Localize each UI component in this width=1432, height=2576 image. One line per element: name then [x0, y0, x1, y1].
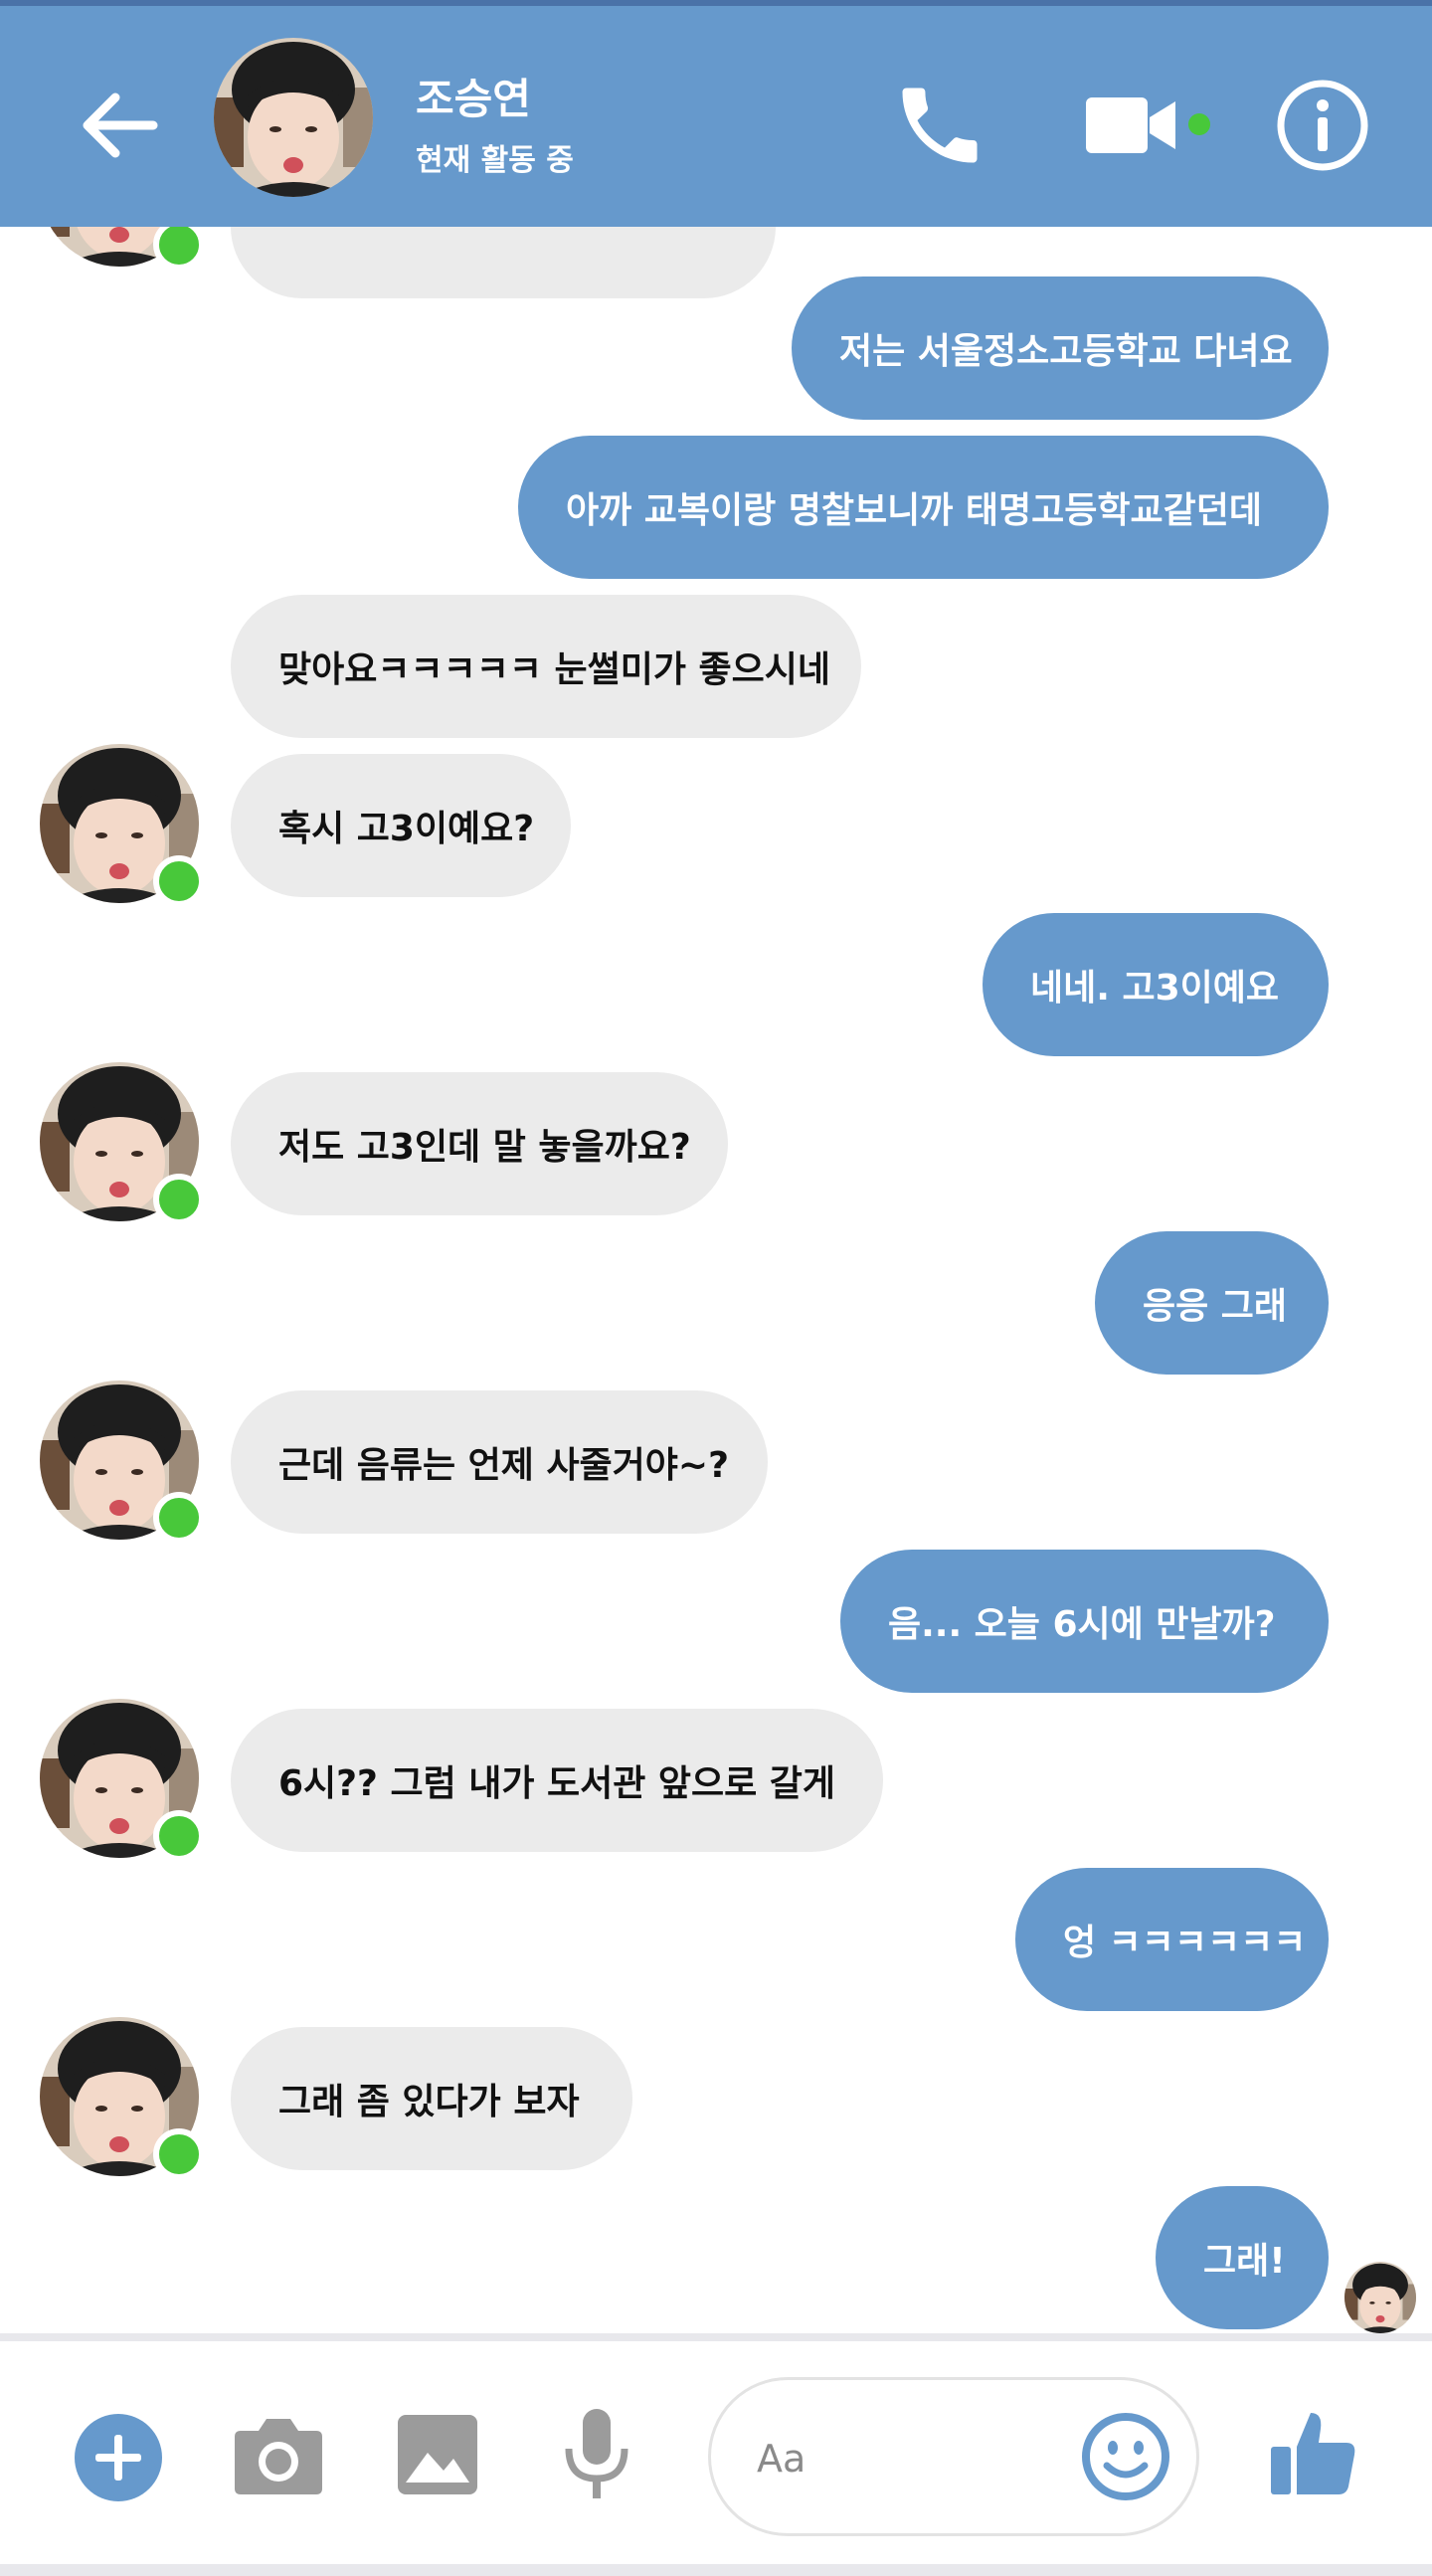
phone-icon [902, 88, 978, 163]
online-indicator [153, 1174, 205, 1225]
online-indicator [153, 227, 205, 271]
composer-divider [0, 2333, 1432, 2341]
message-bubble-incoming[interactable]: 맞아요ㅋㅋㅋㅋㅋ 눈썰미가 좋으시네 [231, 595, 861, 738]
more-actions-button[interactable] [74, 2413, 163, 2502]
contact-name[interactable]: 조승연 [416, 66, 531, 126]
sender-avatar[interactable] [40, 2017, 205, 2180]
info-button[interactable] [1275, 78, 1370, 173]
image-icon [398, 2415, 477, 2494]
sender-avatar[interactable] [40, 1062, 205, 1225]
voice-button[interactable] [563, 2407, 630, 2502]
call-button[interactable] [890, 76, 989, 175]
message-bubble-outgoing[interactable]: 네네. 고3이예요 [983, 913, 1329, 1056]
message-thread[interactable]: 저는 서울정소고등학교 다녀요 아까 교복이랑 명찰보니까 태명고등학교같던데 … [0, 227, 1432, 2337]
message-bubble-incoming[interactable]: 혹시 고3이예요? [231, 754, 571, 897]
microphone-icon [565, 2409, 628, 2498]
read-receipt-avatar [1344, 2262, 1416, 2333]
sender-avatar[interactable] [40, 227, 205, 271]
message-bubble-outgoing[interactable]: 음... 오늘 6시에 만날까? [840, 1550, 1329, 1693]
sender-avatar[interactable] [40, 1699, 205, 1862]
contact-avatar[interactable] [214, 38, 373, 197]
info-icon [1277, 80, 1368, 171]
message-bubble-incoming[interactable]: 근데 음류는 언제 사줄거야~? [231, 1390, 768, 1534]
thumbs-up-icon [1271, 2413, 1355, 2494]
message-composer [0, 2341, 1432, 2576]
emoji-button[interactable] [1081, 2412, 1170, 2501]
message-input-box[interactable] [708, 2377, 1199, 2536]
camera-icon [235, 2419, 322, 2494]
chat-header: 조승연 현재 활동 중 [0, 6, 1432, 227]
message-bubble-incoming[interactable]: 6시?? 그럼 내가 도서관 앞으로 갈게 [231, 1709, 883, 1852]
active-status: 현재 활동 중 [416, 143, 574, 178]
message-bubble-outgoing[interactable]: 응응 그래 [1095, 1231, 1329, 1375]
online-indicator [153, 1810, 205, 1862]
sender-avatar[interactable] [40, 744, 205, 907]
sender-avatar[interactable] [40, 1380, 205, 1544]
message-bubble-outgoing[interactable]: 그래! [1156, 2186, 1329, 2329]
arrow-left-icon [83, 92, 158, 158]
message-bubble-incoming[interactable]: 그래 좀 있다가 보자 [231, 2027, 632, 2170]
message-bubble-outgoing[interactable]: 엉 ㅋㅋㅋㅋㅋㅋ [1015, 1868, 1329, 2011]
nav-strip [0, 2564, 1432, 2576]
message-input[interactable] [755, 2420, 1057, 2497]
back-button[interactable] [70, 76, 169, 175]
online-indicator [153, 1492, 205, 1544]
message-bubble-hidden[interactable] [231, 227, 776, 298]
video-camera-icon [1086, 97, 1175, 153]
message-bubble-outgoing[interactable]: 저는 서울정소고등학교 다녀요 [792, 276, 1329, 420]
like-button[interactable] [1269, 2407, 1356, 2498]
online-indicator [153, 2128, 205, 2180]
camera-button[interactable] [233, 2413, 324, 2496]
message-bubble-outgoing[interactable]: 아까 교복이랑 명찰보니까 태명고등학교같던데 [518, 436, 1329, 579]
online-indicator [153, 855, 205, 907]
message-bubble-incoming[interactable]: 저도 고3인데 말 놓을까요? [231, 1072, 728, 1215]
video-call-button[interactable] [1084, 88, 1179, 163]
gallery-button[interactable] [396, 2413, 479, 2496]
video-active-dot [1188, 113, 1210, 135]
plus-circle-icon [75, 2414, 162, 2501]
smiley-icon [1082, 2413, 1169, 2500]
